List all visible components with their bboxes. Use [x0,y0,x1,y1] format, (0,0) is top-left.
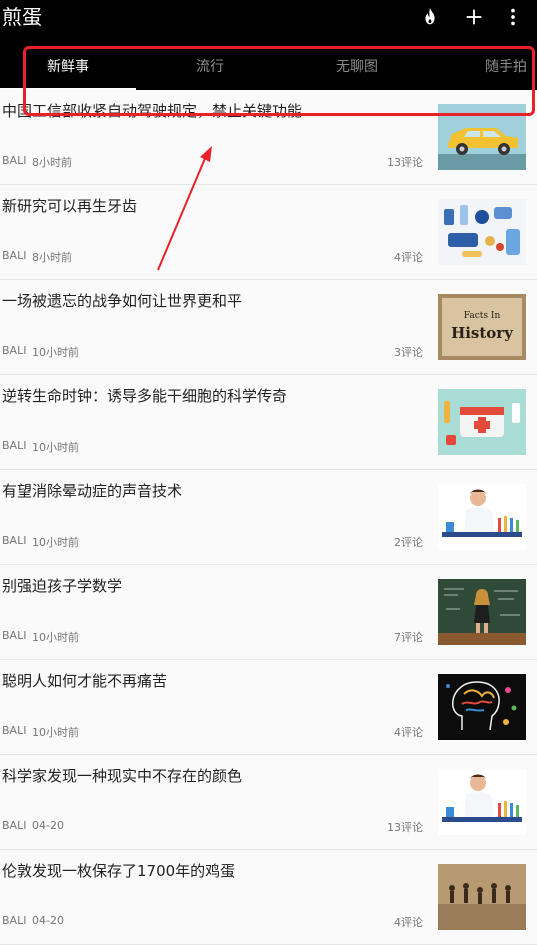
article-thumbnail [438,674,526,740]
chalkboard-teacher-image [438,579,526,645]
article-author: BALI [2,629,27,642]
plus-icon[interactable] [463,6,485,28]
tab-popular[interactable]: 流行 [140,44,280,90]
article-author: BALI [2,344,27,357]
article-time: 8小时前 [32,251,72,264]
article-comments[interactable]: 3评论 [394,344,423,360]
colorful-brain-image [438,674,526,740]
cave-painting-image [438,864,526,930]
article-comments[interactable]: 4评论 [394,914,423,930]
article-item[interactable]: 新研究可以再生牙齿 BALI 8小时前 4评论 [0,185,537,280]
article-title: 聪明人如何才能不再痛苦 [2,672,168,690]
article-thumbnail [438,484,526,550]
article-item[interactable]: 科学家发现一种现实中不存在的颜色 BALI 04-20 13评论 [0,755,537,850]
article-time: 04-20 [32,914,64,927]
article-title: 别强迫孩子学数学 [2,577,123,595]
article-title: 新研究可以再生牙齿 [2,197,138,215]
thumbnail-text-line2: History [451,324,514,342]
article-time: 10小时前 [32,726,79,739]
article-item[interactable]: 中国工信部收紧自动驾驶规定，禁止关键功能 BALI 8小时前 13评论 [0,90,537,185]
article-thumbnail: Facts In History [438,294,526,360]
article-thumbnail [438,104,526,170]
article-time: 10小时前 [32,441,79,454]
article-title: 中国工信部收紧自动驾驶规定，禁止关键功能 [2,102,303,120]
article-title: 科学家发现一种现实中不存在的颜色 [2,767,243,785]
article-title: 有望消除晕动症的声音技术 [2,482,183,500]
article-author: BALI [2,249,27,262]
article-thumbnail [438,864,526,930]
article-comments[interactable]: 2评论 [394,534,423,550]
thumbnail-text-line1: Facts In [464,311,501,321]
article-list: 中国工信部收紧自动驾驶规定，禁止关键功能 BALI 8小时前 13评论 新研究可… [0,90,537,945]
yellow-car-image [438,104,526,170]
article-comments[interactable]: 13评论 [387,154,423,170]
article-title: 伦敦发现一枚保存了1700年的鸡蛋 [2,862,236,880]
fire-icon[interactable] [419,6,441,28]
article-item[interactable]: 有望消除晕动症的声音技术 BALI 10小时前 2评论 [0,470,537,565]
medical-items-image [438,199,526,265]
article-time: 10小时前 [32,346,79,359]
article-title: 逆转生命时钟：诱导多能干细胞的科学传奇 [2,387,288,405]
article-item[interactable]: 别强迫孩子学数学 BALI 10小时前 7评论 [0,565,537,660]
scientist-lab-image [438,769,526,835]
scientist-lab-image [438,484,526,550]
article-item[interactable]: 逆转生命时钟：诱导多能干细胞的科学传奇 BALI 10小时前 [0,375,537,470]
tab-snapshots[interactable]: 随手拍 [470,44,537,90]
article-author: BALI [2,154,27,167]
article-time: 10小时前 [32,536,79,549]
tab-news[interactable]: 新鲜事 [0,44,136,90]
article-comments[interactable]: 13评论 [387,819,423,835]
article-title: 一场被遗忘的战争如何让世界更和平 [2,292,243,310]
article-time: 8小时前 [32,156,72,169]
article-author: BALI [2,724,27,737]
article-thumbnail [438,579,526,645]
article-author: BALI [2,439,27,452]
article-item[interactable]: 一场被遗忘的战争如何让世界更和平 BALI 10小时前 3评论 Facts In… [0,280,537,375]
article-author: BALI [2,914,27,927]
tab-boring-pics[interactable]: 无聊图 [286,44,428,90]
more-vertical-icon[interactable] [502,6,524,28]
article-thumbnail [438,199,526,265]
article-comments[interactable]: 4评论 [394,724,423,740]
first-aid-kit-image [438,389,526,455]
article-comments[interactable]: 7评论 [394,629,423,645]
article-author: BALI [2,819,27,832]
article-item[interactable]: 伦敦发现一枚保存了1700年的鸡蛋 BALI 04-20 4评论 [0,850,537,945]
article-author: BALI [2,534,27,547]
article-thumbnail [438,389,526,455]
article-time: 10小时前 [32,631,79,644]
article-item[interactable]: 聪明人如何才能不再痛苦 BALI 10小时前 4评论 [0,660,537,755]
article-thumbnail [438,769,526,835]
top-app-bar: 煎蛋 新鲜事 流行 无聊图 随手拍 [0,0,537,90]
article-time: 04-20 [32,819,64,832]
app-title: 煎蛋 [2,5,42,29]
facts-in-history-image: Facts In History [438,294,526,360]
tab-bar: 新鲜事 流行 无聊图 随手拍 [0,44,537,90]
article-comments[interactable]: 4评论 [394,249,423,265]
